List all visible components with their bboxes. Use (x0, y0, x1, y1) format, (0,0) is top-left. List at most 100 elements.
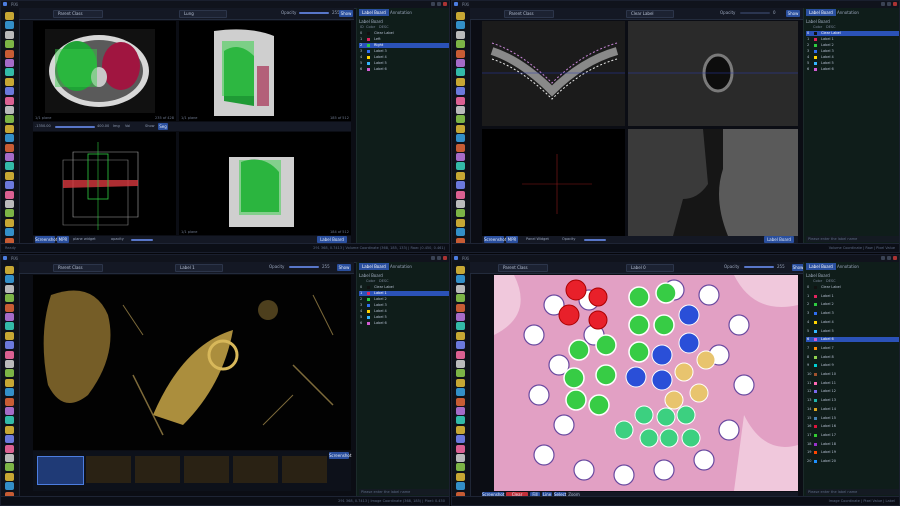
label-color-swatch[interactable] (814, 312, 817, 316)
tab-annotation[interactable]: Annotation (387, 263, 415, 270)
tool-icon[interactable] (5, 12, 14, 20)
opacity-slider[interactable] (744, 266, 774, 268)
label-color-swatch[interactable] (814, 433, 817, 437)
tool-icon[interactable] (456, 275, 465, 284)
tool-icon[interactable] (456, 218, 465, 227)
tool-icon[interactable] (456, 68, 465, 77)
label-row[interactable]: 6 Label 6 (359, 321, 449, 326)
tab-annotation[interactable]: Annotation (834, 9, 862, 16)
tool-icon[interactable] (5, 482, 14, 491)
label-color-swatch[interactable] (814, 329, 817, 333)
tool-icon[interactable] (5, 454, 14, 462)
tool-icon[interactable] (456, 143, 465, 152)
label-color-swatch[interactable] (367, 50, 370, 53)
tool-icon[interactable] (456, 30, 465, 39)
label-color-swatch[interactable] (814, 294, 817, 298)
tool-icon[interactable] (456, 407, 465, 415)
tool-icon[interactable] (456, 87, 465, 96)
label-row[interactable]: 0 Clear Label (806, 285, 899, 290)
tool-icon[interactable] (456, 153, 465, 161)
3d-opacity-slider[interactable] (131, 239, 153, 241)
tool-icon[interactable] (5, 59, 14, 67)
parent-class-dropdown[interactable]: Parent Class (53, 264, 103, 272)
plane-widget-toggle[interactable]: plane widget (73, 237, 96, 241)
label-row[interactable]: 16 Label 16 (806, 424, 899, 429)
label-color-swatch[interactable] (814, 320, 817, 324)
label-row[interactable]: 1 Label 1 (806, 294, 899, 299)
label-row[interactable]: 13 Label 13 (806, 398, 899, 403)
tool-icon[interactable] (456, 435, 465, 444)
img-toggle[interactable]: Img (113, 124, 120, 128)
tool-icon[interactable] (5, 30, 14, 39)
tool-icon[interactable] (5, 284, 14, 293)
label-dropdown[interactable]: Clear Label (626, 10, 674, 18)
panel-widget-toggle[interactable]: Panel Widget (526, 237, 549, 241)
show-button[interactable]: Show (337, 264, 351, 271)
tool-icon[interactable] (5, 435, 14, 444)
label-color-swatch[interactable] (814, 451, 817, 455)
tool-icon[interactable] (5, 218, 14, 227)
tool-icon[interactable] (456, 115, 465, 124)
label-row[interactable]: 5 Label 5 (359, 315, 449, 320)
minimize-icon[interactable] (881, 256, 885, 260)
label-row[interactable]: 5 Label 5 (359, 61, 449, 66)
seg-button[interactable]: Seg (158, 123, 168, 130)
label-row[interactable]: 6 Label 6 (806, 337, 899, 343)
tool-icon[interactable] (456, 59, 465, 67)
label-color-swatch[interactable] (367, 56, 370, 59)
label-row[interactable]: 0 Clear Label (359, 285, 449, 290)
label-dropdown[interactable]: Label 0 (626, 264, 674, 272)
tool-icon[interactable] (5, 397, 14, 406)
label-color-swatch[interactable] (367, 298, 370, 301)
tool-icon[interactable] (456, 228, 465, 237)
label-color-swatch[interactable] (814, 364, 817, 368)
tool-icon[interactable] (5, 40, 14, 49)
label-row[interactable]: 1 Label 1 (359, 291, 449, 296)
opacity-slider[interactable] (289, 266, 319, 268)
label-color-swatch[interactable] (814, 32, 817, 35)
label-color-swatch[interactable] (367, 304, 370, 307)
tool-icon[interactable] (456, 106, 465, 114)
close-icon[interactable] (893, 2, 897, 6)
label-row[interactable]: 3 Label 3 (806, 49, 899, 54)
show-button[interactable]: Show (786, 10, 800, 17)
tab-label-board[interactable]: Label Board (806, 263, 836, 270)
thumbnail-6[interactable] (282, 456, 327, 483)
label-row[interactable]: 5 Label 5 (806, 61, 899, 66)
tool-icon[interactable] (5, 369, 14, 378)
coronal-view[interactable]: 1/1 plane 185 of 512 (179, 21, 351, 121)
3d-opacity-slider[interactable] (584, 239, 606, 241)
label-row[interactable]: 6 Label 6 (806, 67, 899, 72)
label-row[interactable]: 2 Right (359, 43, 449, 48)
label-row[interactable]: 11 Label 11 (806, 381, 899, 386)
tool-icon[interactable] (5, 472, 14, 481)
label-row[interactable]: 15 Label 15 (806, 416, 899, 421)
thumbnail-4[interactable] (184, 456, 229, 483)
close-icon[interactable] (443, 2, 447, 6)
screenshot-button[interactable]: Screenshot (329, 452, 351, 459)
label-row[interactable]: 0 Clear Label (806, 31, 899, 36)
label-color-swatch[interactable] (367, 322, 370, 325)
tool-icon[interactable] (456, 397, 465, 406)
window-slider[interactable] (55, 126, 95, 128)
parent-class-dropdown[interactable]: Parent Class (504, 10, 554, 18)
label-row[interactable]: 1 Label 1 (806, 37, 899, 42)
maximize-icon[interactable] (887, 2, 891, 6)
volume-3d-view[interactable] (33, 132, 176, 235)
label-row[interactable]: 3 Label 3 (359, 303, 449, 308)
tool-icon[interactable] (5, 266, 14, 274)
tool-icon[interactable] (456, 181, 465, 190)
label-row[interactable]: 5 Label 5 (806, 329, 899, 334)
screenshot-button[interactable]: Screenshot (484, 236, 506, 243)
tool-icon[interactable] (456, 284, 465, 293)
microscopy-3d-view[interactable] (33, 275, 351, 450)
label-row[interactable]: 6 Label 6 (359, 67, 449, 72)
tool-icon[interactable] (5, 313, 14, 321)
tool-icon[interactable] (456, 331, 465, 340)
tool-icon[interactable] (5, 200, 14, 208)
tool-icon[interactable] (456, 134, 465, 143)
label-color-swatch[interactable] (814, 390, 817, 394)
opacity-slider[interactable] (299, 12, 329, 14)
tool-icon[interactable] (5, 115, 14, 124)
tool-icon[interactable] (456, 12, 465, 20)
